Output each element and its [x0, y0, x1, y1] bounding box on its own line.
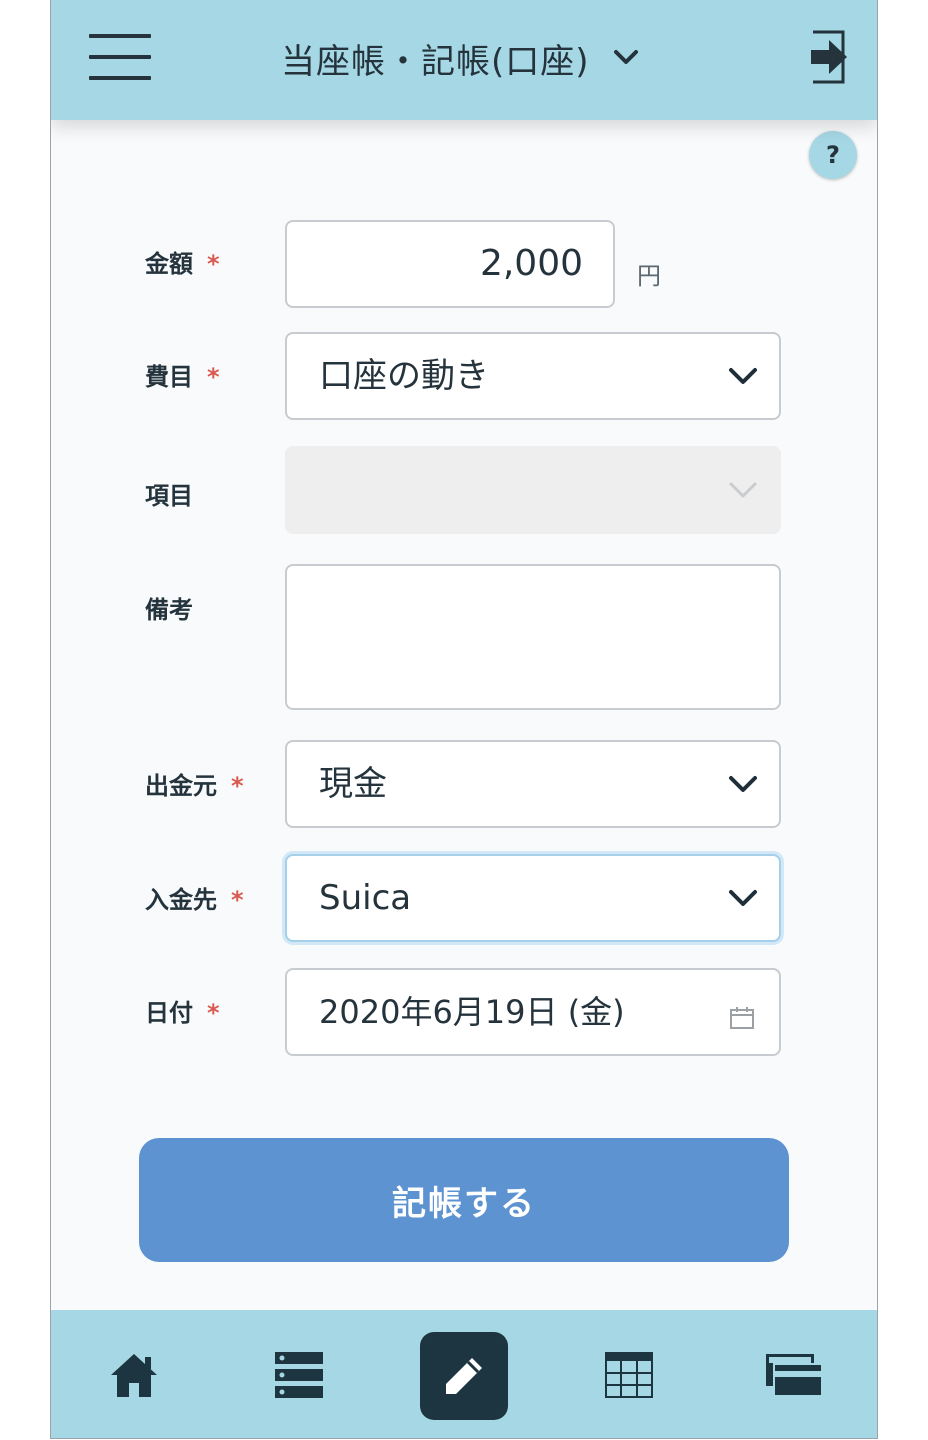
nav-entry[interactable] [420, 1332, 508, 1420]
page-title: 当座帳・記帳(口座) [281, 41, 590, 82]
date-label: 日付 * [145, 999, 220, 1027]
nav-wallet[interactable] [739, 1310, 849, 1438]
category-label: 費目 * [145, 363, 220, 391]
currency-unit: 円 [637, 262, 661, 290]
home-icon [111, 1354, 157, 1397]
category-select[interactable]: 口座の動き [285, 332, 781, 420]
from-account-label: 出金元 * [145, 772, 244, 800]
logout-button[interactable] [803, 28, 853, 86]
pencil-icon [446, 1358, 482, 1394]
item-label: 項目 [145, 482, 193, 510]
wallet-icon [766, 1354, 822, 1396]
calendar-icon [730, 1007, 754, 1029]
chevron-down-icon [729, 890, 757, 906]
memo-textarea[interactable] [285, 564, 781, 710]
from-account-select[interactable]: 現金 [285, 740, 781, 828]
chevron-down-icon [729, 776, 757, 792]
date-input[interactable]: 2020年6月19日 (金) [285, 968, 781, 1056]
amount-input[interactable]: 2,000 [285, 220, 615, 308]
chevron-down-icon [729, 368, 757, 384]
item-select [285, 446, 781, 534]
table-icon [605, 1352, 653, 1398]
hamburger-menu-button[interactable] [89, 34, 151, 82]
nav-table[interactable] [574, 1310, 684, 1438]
submit-button[interactable]: 記帳する [139, 1138, 789, 1262]
app-screen: 当座帳・記帳(口座) ? 金額* 2,000 円 費目* 口座の動き 項目 [50, 0, 878, 1439]
header-bar: 当座帳・記帳(口座) [51, 0, 877, 120]
to-account-label: 入金先 * [145, 886, 244, 914]
bottom-nav [51, 1310, 877, 1438]
chevron-down-icon [613, 50, 638, 64]
list-icon [275, 1352, 323, 1398]
chevron-down-icon [729, 482, 757, 498]
nav-home[interactable] [79, 1310, 189, 1438]
memo-label: 備考 [145, 596, 193, 624]
help-button[interactable]: ? [809, 131, 857, 179]
page-title-dropdown[interactable]: 当座帳・記帳(口座) [281, 30, 640, 86]
to-account-select[interactable]: Suica [285, 854, 781, 942]
nav-list[interactable] [244, 1310, 354, 1438]
logout-icon [811, 30, 847, 84]
amount-label: 金額 * [145, 250, 220, 278]
